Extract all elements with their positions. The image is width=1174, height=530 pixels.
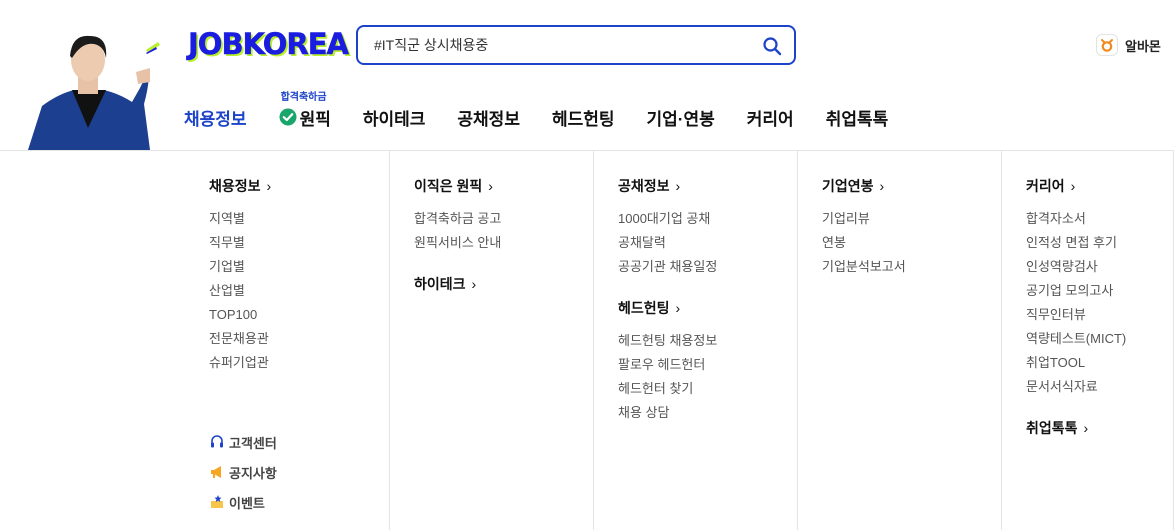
main-nav: 채용정보 합격축하금 원픽 하이테크 공채정보 헤드헌팅 기업·연봉 커리어 취… — [184, 92, 920, 130]
promo-person-image — [28, 35, 150, 150]
jobkorea-logo[interactable]: JOBKOREA — [188, 27, 349, 62]
event-link[interactable]: 이벤트 — [209, 487, 277, 517]
chevron-right-icon: › — [675, 300, 681, 316]
wonpick-badge: 합격축하금 — [280, 91, 327, 103]
menu-title-talk[interactable]: 취업톡톡 › — [1026, 419, 1173, 437]
chevron-right-icon: › — [266, 178, 272, 194]
nav-item-headhunting[interactable]: 헤드헌팅 — [552, 105, 615, 130]
albamon-icon — [1096, 34, 1118, 56]
headset-icon — [211, 435, 223, 448]
search-input[interactable] — [374, 35, 754, 55]
chevron-right-icon: › — [1083, 420, 1089, 436]
menu-title-hightech[interactable]: 하이테크 › — [414, 275, 593, 293]
menu-link[interactable]: 공채달력 — [618, 235, 797, 259]
customer-center-link[interactable]: 고객센터 — [209, 427, 277, 457]
menu-link[interactable]: 합격축하금 공고 — [414, 211, 593, 235]
nav-item-wonpick[interactable]: 합격축하금 원픽 — [279, 92, 331, 130]
menu-title-wonpick[interactable]: 이직은 원픽 › — [414, 177, 593, 195]
menu-col-wonpick: 이직은 원픽 › 합격축하금 공고 원픽서비스 안내 하이테크 › — [389, 151, 593, 530]
menu-link[interactable]: 역량테스트(MICT) — [1026, 331, 1173, 355]
menu-link[interactable]: 공기업 모의고사 — [1026, 283, 1173, 307]
utility-links: 고객센터 공지사항 이벤트 — [209, 427, 277, 517]
chevron-right-icon: › — [1070, 178, 1076, 194]
chevron-right-icon: › — [879, 178, 885, 194]
nav-item-career[interactable]: 커리어 — [747, 105, 794, 130]
nav-item-talk[interactable]: 취업톡톡 — [826, 105, 889, 130]
nav-item-company-salary[interactable]: 기업·연봉 — [647, 105, 715, 130]
menu-link[interactable]: 헤드헌터 찾기 — [618, 381, 797, 405]
menu-link[interactable]: 산업별 — [209, 283, 389, 307]
menu-link[interactable]: 슈퍼기업관 — [209, 355, 389, 379]
menu-link[interactable]: 전문채용관 — [209, 331, 389, 355]
search-box — [356, 25, 796, 65]
notice-link[interactable]: 공지사항 — [209, 457, 277, 487]
menu-link[interactable]: 문서서식자료 — [1026, 379, 1173, 403]
menu-link[interactable]: 합격자소서 — [1026, 211, 1173, 235]
nav-item-wonpick-label: 원픽 — [299, 109, 331, 129]
mega-menu: 채용정보 › 지역별 직무별 기업별 산업별 TOP100 전문채용관 슈퍼기업관… — [185, 151, 1174, 530]
nav-item-recruit[interactable]: 채용정보 — [184, 105, 247, 130]
chevron-right-icon: › — [675, 178, 681, 194]
menu-col-public-recruit: 공채정보 › 1000대기업 공채 공채달력 공공기관 채용일정 헤드헌팅 › 헤드… — [593, 151, 797, 530]
menu-link[interactable]: 원픽서비스 안내 — [414, 235, 593, 259]
menu-link[interactable]: 인성역량검사 — [1026, 259, 1173, 283]
menu-title-headhunting[interactable]: 헤드헌팅 › — [618, 299, 797, 317]
megaphone-icon — [211, 466, 221, 478]
menu-link[interactable]: 직무인터뷰 — [1026, 307, 1173, 331]
menu-title-company-salary[interactable]: 기업연봉 › — [822, 177, 1001, 195]
nav-item-public-recruit[interactable]: 공채정보 — [457, 105, 520, 130]
menu-link[interactable]: TOP100 — [209, 307, 389, 331]
menu-col-career: 커리어 › 합격자소서 인적성 면접 후기 인성역량검사 공기업 모의고사 직무인… — [1001, 151, 1174, 530]
menu-link[interactable]: 팔로우 헤드헌터 — [618, 357, 797, 381]
menu-link[interactable]: 직무별 — [209, 235, 389, 259]
search-icon[interactable] — [762, 36, 782, 56]
header: JOBKOREA 알바몬 채용정보 합격축하금 원픽 하이테크 공채정보 — [0, 0, 1174, 151]
chevron-right-icon: › — [488, 178, 493, 194]
albamon-link[interactable]: 알바몬 — [1096, 34, 1161, 56]
menu-link[interactable]: 연봉 — [822, 235, 1001, 259]
albamon-label: 알바몬 — [1125, 38, 1161, 54]
menu-link[interactable]: 지역별 — [209, 211, 389, 235]
event-icon — [211, 495, 223, 508]
menu-col-recruit: 채용정보 › 지역별 직무별 기업별 산업별 TOP100 전문채용관 슈퍼기업관… — [185, 151, 389, 530]
menu-link[interactable]: 1000대기업 공채 — [618, 211, 797, 235]
menu-title-career[interactable]: 커리어 › — [1026, 177, 1173, 195]
menu-link[interactable]: 기업별 — [209, 259, 389, 283]
chevron-right-icon: › — [471, 276, 477, 292]
menu-col-company-salary: 기업연봉 › 기업리뷰 연봉 기업분석보고서 — [797, 151, 1001, 530]
menu-link[interactable]: 기업분석보고서 — [822, 259, 1001, 283]
nav-item-hightech[interactable]: 하이테크 — [363, 105, 426, 130]
logo-flag-icon — [146, 42, 160, 54]
menu-link[interactable]: 취업TOOL — [1026, 355, 1173, 379]
menu-link[interactable]: 헤드헌팅 채용정보 — [618, 333, 797, 357]
menu-link[interactable]: 인적성 면접 후기 — [1026, 235, 1173, 259]
menu-title-public-recruit[interactable]: 공채정보 › — [618, 177, 797, 195]
menu-link[interactable]: 채용 상담 — [618, 405, 797, 429]
menu-link[interactable]: 기업리뷰 — [822, 211, 1001, 235]
menu-link[interactable]: 공공기관 채용일정 — [618, 259, 797, 283]
menu-title-recruit[interactable]: 채용정보 › — [209, 177, 389, 195]
check-circle-icon — [279, 108, 297, 126]
